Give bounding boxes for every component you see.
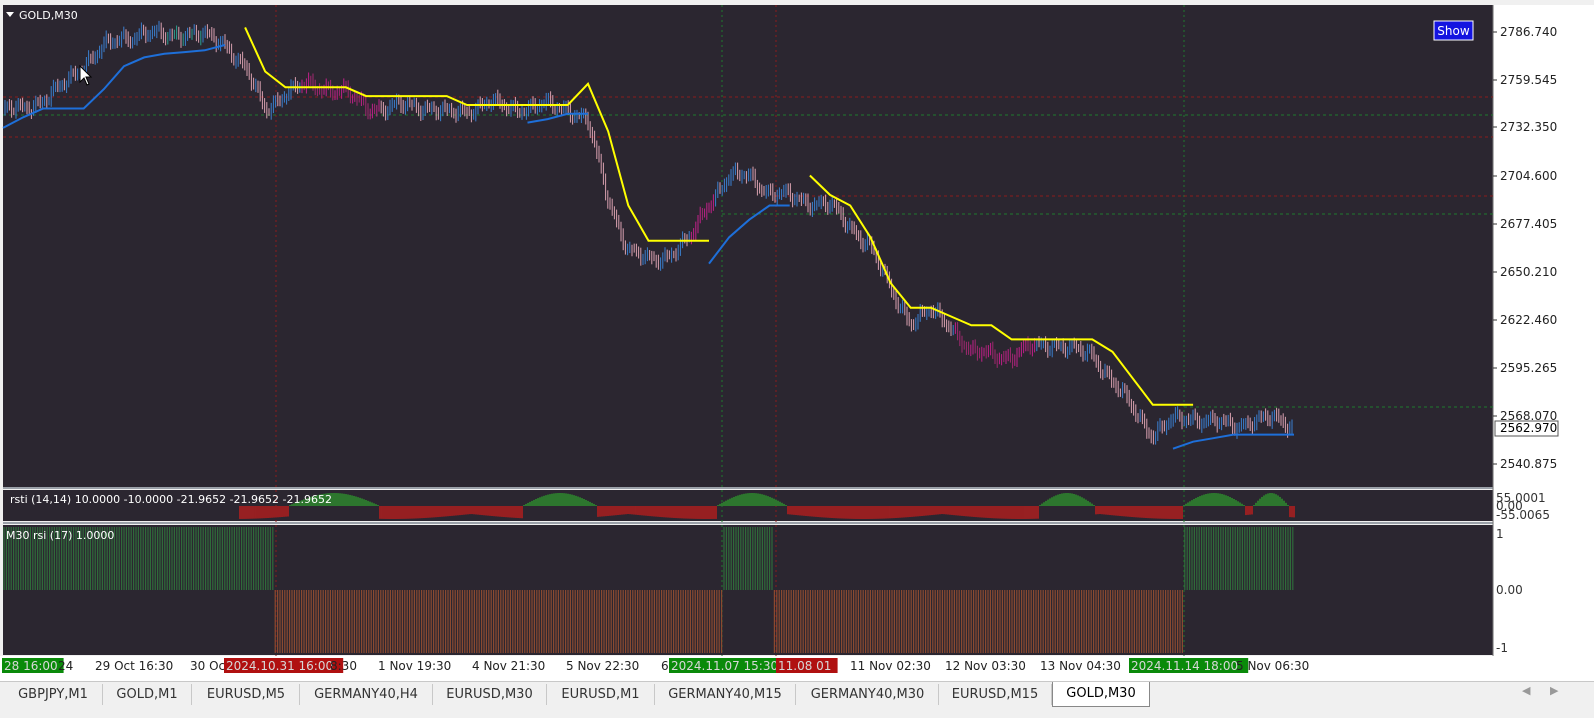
main-pane-bg xyxy=(3,5,1493,487)
time-tick-label: 2024.10.31 16:00 xyxy=(226,659,333,673)
price-tick-label: 2540.875 xyxy=(1500,457,1557,471)
tab-eurusd-m1[interactable]: EURUSD,M1 xyxy=(547,684,655,705)
tab-gbpjpy-m1[interactable]: GBPJPY,M1 xyxy=(4,684,103,705)
price-tick-label: 2650.210 xyxy=(1500,265,1557,279)
time-tick-label: 1 Nov 19:30 xyxy=(378,659,451,673)
tab-eurusd-m15[interactable]: EURUSD,M15 xyxy=(939,684,1052,705)
time-tick-label: 11 Nov 02:30 xyxy=(850,659,931,673)
price-axis-bg xyxy=(1494,5,1594,656)
show-button-label: Show xyxy=(1437,24,1470,38)
tab-gold-m1[interactable]: GOLD,M1 xyxy=(103,684,192,705)
price-tick-label: 2622.460 xyxy=(1500,313,1557,327)
time-tick-label: 29 Oct 16:30 xyxy=(95,659,173,673)
show-button[interactable]: Show xyxy=(1433,20,1474,41)
time-tick-label: 24 xyxy=(58,659,73,673)
tab-eurusd-m5[interactable]: EURUSD,M5 xyxy=(193,684,300,705)
rsti-label: rsti (14,14) 10.0000 -10.0000 -21.9652 -… xyxy=(10,493,332,506)
time-tick-label: 12 Nov 03:30 xyxy=(945,659,1026,673)
price-tick-label: 2759.545 xyxy=(1500,73,1557,87)
price-tick-label: 2704.600 xyxy=(1500,169,1557,183)
scroll-left-icon[interactable]: ◀ xyxy=(1522,684,1530,697)
time-tick-label: 11.08 01 xyxy=(778,659,831,673)
tab-germany40-h4[interactable]: GERMANY40,H4 xyxy=(300,684,433,705)
time-tick-label: 5 Nov 22:30 xyxy=(566,659,639,673)
scroll-right-icon[interactable]: ▶ xyxy=(1550,684,1558,697)
time-tick-label: 6 xyxy=(661,659,669,673)
rsi-axis-top: 1 xyxy=(1496,527,1504,541)
rsti-axis-bottom: -55.0065 xyxy=(1496,508,1550,522)
symbol-label: GOLD,M30 xyxy=(19,9,78,22)
time-tick-label: 8:30 xyxy=(330,659,357,673)
time-tick-label: 5 Nov 06:30 xyxy=(1236,659,1309,673)
price-tick-label: 2786.740 xyxy=(1500,25,1557,39)
time-tick-label: 2024.11.14 18:00 xyxy=(1131,659,1238,673)
tab-germany40-m15[interactable]: GERMANY40,M15 xyxy=(655,684,796,705)
rsi-label: M30 rsi (17) 1.0000 xyxy=(6,529,114,542)
chart-tab-bar: ◀ ▶ GBPJPY,M1 GOLD,M1 EURUSD,M5 GERMANY40,H… xyxy=(0,681,1594,718)
time-tick-label: 30 Oc xyxy=(190,659,225,673)
time-tick-label: 2024.11.07 15:30 xyxy=(671,659,778,673)
trading-terminal-window: GOLD,M30 rsti (14,14) 10.0000 -10.0000 -… xyxy=(0,0,1594,718)
price-tick-label: 2732.350 xyxy=(1500,120,1557,134)
current-price-tag: 2562.970 xyxy=(1494,420,1559,437)
tab-gold-m30[interactable]: GOLD,M30 xyxy=(1052,682,1150,707)
rsi-axis-mid: 0.00 xyxy=(1496,583,1523,597)
price-tick-label: 2677.405 xyxy=(1500,217,1557,231)
tab-germany40-m30[interactable]: GERMANY40,M30 xyxy=(797,684,939,705)
time-tick-label: 28 16:00 xyxy=(4,659,58,673)
price-tick-label: 2595.265 xyxy=(1500,361,1557,375)
time-tick-label: 13 Nov 04:30 xyxy=(1040,659,1121,673)
rsi-axis-bottom: -1 xyxy=(1496,641,1508,655)
current-price-label: 2562.970 xyxy=(1500,421,1557,435)
time-tick-label: 4 Nov 21:30 xyxy=(472,659,545,673)
chart-svg[interactable]: GOLD,M30 rsti (14,14) 10.0000 -10.0000 -… xyxy=(0,0,1594,681)
tab-eurusd-m30[interactable]: EURUSD,M30 xyxy=(433,684,547,705)
